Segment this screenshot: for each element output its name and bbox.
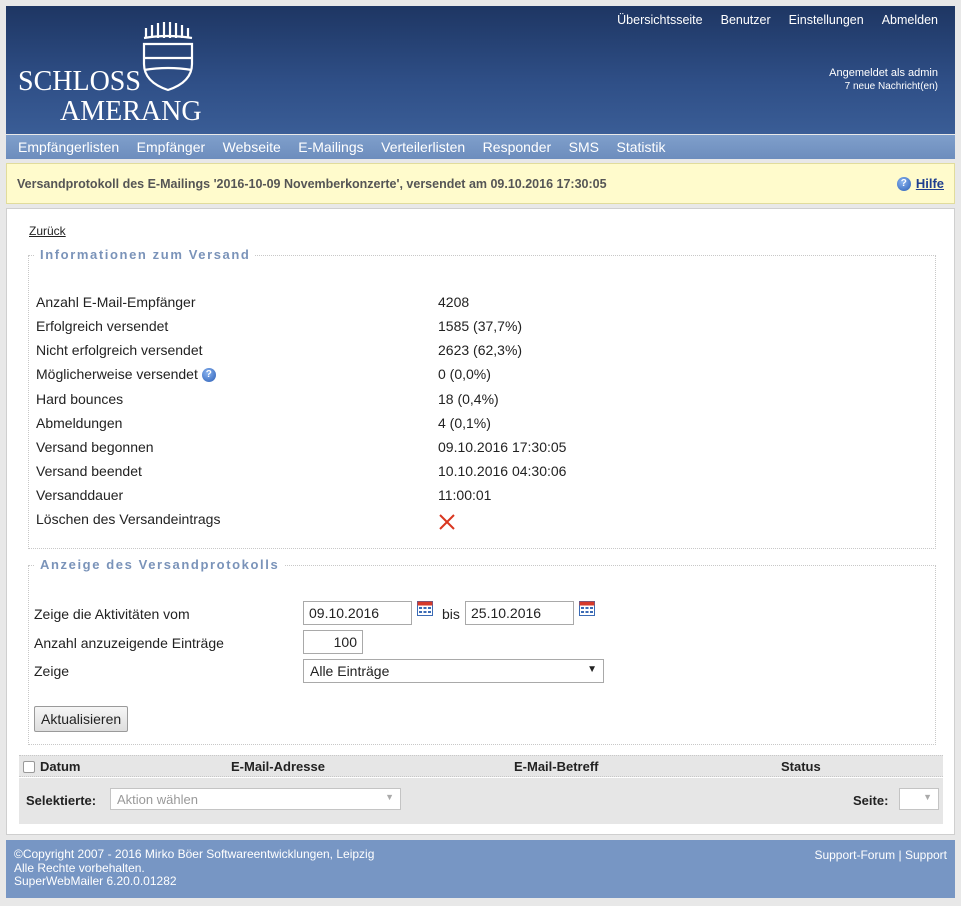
- info-value-unsubscribes: 4 (0,1%): [438, 415, 491, 431]
- help-label[interactable]: Hilfe: [916, 176, 944, 191]
- update-button[interactable]: Aktualisieren: [34, 706, 129, 732]
- logo-text-amerang: AMERANG: [60, 96, 202, 127]
- footer-copyright: ©Copyright 2007 - 2016 Mirko Böer Softwa…: [14, 847, 375, 861]
- protocol-table-footer: Selektierte: Aktion wählen ▼ Seite: ▼: [19, 778, 943, 824]
- info-value-send-end: 10.10.2016 04:30:06: [438, 463, 567, 479]
- info-label-failed: Nicht erfolgreich versendet: [36, 342, 203, 358]
- nav-recipient-lists[interactable]: Empfängerlisten: [18, 139, 119, 155]
- main-nav: Empfängerlisten Empfänger Webseite E-Mai…: [6, 135, 955, 159]
- info-value-failed: 2623 (62,3%): [438, 342, 523, 358]
- show-filter-value: Alle Einträge: [310, 663, 390, 679]
- protocol-table-header: Datum E-Mail-Adresse E-Mail-Betreff Stat…: [19, 755, 943, 777]
- crest-logo-icon: [142, 22, 194, 92]
- top-link-overview[interactable]: Übersichtsseite: [617, 13, 702, 27]
- nav-responder[interactable]: Responder: [483, 139, 552, 155]
- help-icon[interactable]: ?: [201, 368, 216, 383]
- info-value-send-start: 09.10.2016 17:30:05: [438, 439, 567, 455]
- send-info-fieldset: Informationen zum Versand Anzahl E-Mail-…: [28, 247, 936, 549]
- info-label-possibly-sent-text: Möglicherweise versendet: [36, 366, 198, 382]
- top-link-settings[interactable]: Einstellungen: [789, 13, 864, 27]
- footer-copyright-block: ©Copyright 2007 - 2016 Mirko Böer Softwa…: [14, 847, 375, 889]
- info-value-possibly-sent: 0 (0,0%): [438, 366, 491, 382]
- info-value-send-duration: 11:00:01: [438, 487, 492, 503]
- info-value-hard-bounces: 18 (0,4%): [438, 391, 499, 407]
- column-email-subject[interactable]: E-Mail-Betreff: [514, 759, 599, 774]
- nav-statistics[interactable]: Statistik: [617, 139, 666, 155]
- top-links: Übersichtsseite Benutzer Einstellungen A…: [617, 13, 938, 27]
- info-label-recipients: Anzahl E-Mail-Empfänger: [36, 294, 196, 310]
- header: SCHLOSS AMERANG Übersichtsseite Benutzer…: [6, 6, 955, 134]
- to-date-input[interactable]: [465, 601, 574, 625]
- footer-version: SuperWebMailer 6.20.0.01282: [14, 874, 177, 888]
- messages-link[interactable]: 7 neue Nachricht(en): [829, 81, 938, 92]
- login-status: Angemeldet als admin: [829, 67, 938, 79]
- footer-rights: Alle Rechte vorbehalten.: [14, 860, 145, 875]
- from-date-label: Zeige die Aktivitäten vom: [34, 606, 190, 622]
- calendar-icon[interactable]: [417, 601, 433, 616]
- info-value-success: 1585 (37,7%): [438, 318, 523, 334]
- info-label-send-start: Versand begonnen: [36, 439, 154, 455]
- delete-icon[interactable]: [438, 513, 456, 531]
- nav-recipients[interactable]: Empfänger: [137, 139, 205, 155]
- main-panel: Zurück Informationen zum Versand Anzahl …: [6, 208, 955, 835]
- info-value-recipients: 4208: [438, 294, 470, 310]
- info-label-hard-bounces: Hard bounces: [36, 391, 124, 407]
- select-all-checkbox[interactable]: [23, 761, 35, 773]
- column-status[interactable]: Status: [781, 759, 821, 774]
- show-filter-label: Zeige: [34, 663, 70, 679]
- nav-sms[interactable]: SMS: [569, 139, 599, 155]
- entry-count-input[interactable]: [303, 630, 363, 654]
- info-label-possibly-sent: Möglicherweise versendet?: [36, 366, 216, 383]
- footer: ©Copyright 2007 - 2016 Mirko Böer Softwa…: [6, 840, 955, 898]
- calendar-icon[interactable]: [579, 601, 595, 616]
- dropdown-arrow-icon: ▼: [923, 792, 932, 802]
- page-title-bar: Versandprotokoll des E-Mailings '2016-10…: [6, 163, 955, 204]
- to-date-label: bis: [442, 606, 460, 622]
- info-label-unsubscribes: Abmeldungen: [36, 415, 123, 431]
- protocol-legend: Anzeige des Versandprotokolls: [35, 557, 285, 572]
- entry-count-label: Anzahl anzuzeigende Einträge: [34, 635, 224, 651]
- nav-distribution-lists[interactable]: Verteilerlisten: [381, 139, 465, 155]
- from-date-input[interactable]: [303, 601, 412, 625]
- action-select-placeholder: Aktion wählen: [117, 792, 198, 807]
- support-link[interactable]: Support: [905, 848, 947, 862]
- protocol-fieldset: Anzeige des Versandprotokolls Zeige die …: [28, 557, 936, 745]
- page-select[interactable]: ▼: [899, 788, 939, 810]
- action-select[interactable]: Aktion wählen ▼: [110, 788, 401, 810]
- dropdown-arrow-icon: ▼: [587, 664, 597, 675]
- back-link[interactable]: Zurück: [29, 224, 66, 238]
- show-filter-select[interactable]: Alle Einträge ▼: [303, 659, 604, 683]
- footer-separator: |: [898, 848, 902, 862]
- support-forum-link[interactable]: Support-Forum: [814, 848, 895, 862]
- send-info-legend: Informationen zum Versand: [35, 247, 256, 262]
- info-label-delete-entry: Löschen des Versandeintrags: [36, 511, 221, 527]
- logo-text-schloss: SCHLOSS: [18, 66, 141, 97]
- selected-label: Selektierte:: [26, 793, 97, 808]
- page-label: Seite:: [853, 793, 889, 808]
- nav-emailings[interactable]: E-Mailings: [298, 139, 363, 155]
- column-email-address[interactable]: E-Mail-Adresse: [231, 759, 325, 774]
- dropdown-arrow-icon: ▼: [385, 792, 394, 802]
- login-info: Angemeldet als admin 7 neue Nachricht(en…: [829, 67, 938, 92]
- help-icon[interactable]: ?: [896, 176, 911, 191]
- info-label-send-duration: Versanddauer: [36, 487, 124, 503]
- top-link-logout[interactable]: Abmelden: [882, 13, 938, 27]
- info-label-send-end: Versand beendet: [36, 463, 142, 479]
- page-title: Versandprotokoll des E-Mailings '2016-10…: [17, 177, 607, 191]
- info-label-success: Erfolgreich versendet: [36, 318, 169, 334]
- top-link-users[interactable]: Benutzer: [721, 13, 771, 27]
- help-link[interactable]: ? Hilfe: [896, 176, 944, 191]
- column-date[interactable]: Datum: [40, 759, 80, 774]
- logo: SCHLOSS AMERANG: [18, 16, 208, 128]
- footer-links: Support-Forum | Support: [814, 848, 947, 862]
- nav-website[interactable]: Webseite: [223, 139, 281, 155]
